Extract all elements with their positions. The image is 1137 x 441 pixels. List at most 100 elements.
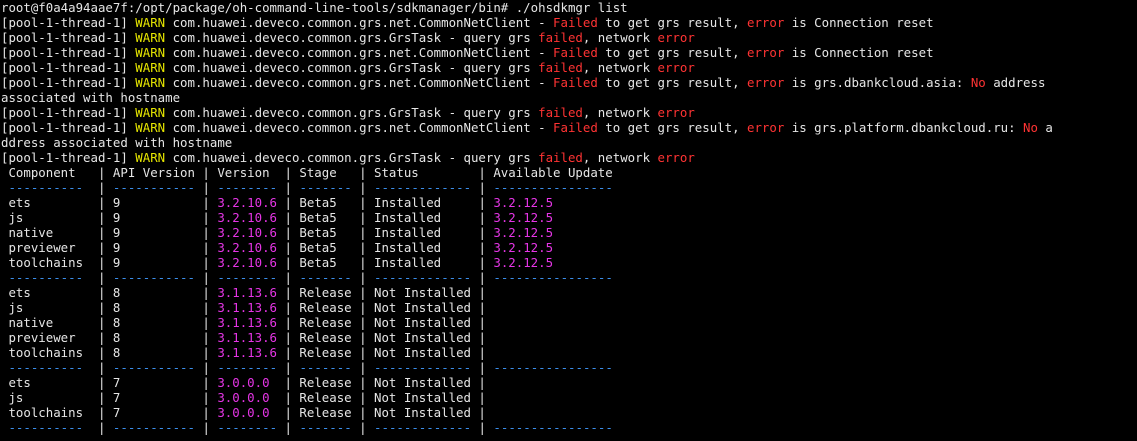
- terminal-text: |: [478, 360, 486, 375]
- terminal-text: |: [202, 360, 210, 375]
- terminal-line: associated with hostname: [1, 90, 1137, 105]
- terminal-text: js | 9 |: [1, 210, 218, 225]
- terminal-text: 3.0.0.0: [217, 390, 270, 405]
- terminal-text: error: [747, 120, 785, 135]
- terminal-text: --------: [209, 360, 285, 375]
- terminal-window[interactable]: root@f0a4a94aae7f:/opt/package/oh-comman…: [0, 0, 1137, 441]
- terminal-text: is Connection reset: [784, 15, 934, 30]
- terminal-text: -----------: [105, 420, 203, 435]
- terminal-text: to get grs result,: [597, 15, 748, 30]
- terminal-text: |: [359, 360, 367, 375]
- terminal-text: address: [985, 75, 1046, 90]
- terminal-text: js | 8 |: [1, 300, 218, 315]
- terminal-line: [pool-1-thread-1] WARN com.huawei.deveco…: [1, 15, 1137, 30]
- terminal-text: WARN: [135, 150, 166, 165]
- terminal-text: --------: [209, 270, 285, 285]
- terminal-text: | Beta5 | Installed |: [277, 210, 494, 225]
- terminal-text: | Beta5 | Installed |: [277, 225, 494, 240]
- terminal-text: 3.0.0.0: [217, 405, 270, 420]
- terminal-text: | Release | Not Installed |: [277, 315, 486, 330]
- terminal-text: -----------: [105, 270, 203, 285]
- terminal-line: [pool-1-thread-1] WARN com.huawei.deveco…: [1, 105, 1137, 120]
- terminal-line: ---------- | ----------- | -------- | --…: [1, 420, 1137, 435]
- terminal-text: 3.1.13.6: [217, 345, 278, 360]
- terminal-line: Component | API Version | Version | Stag…: [1, 165, 1137, 180]
- terminal-text: WARN: [135, 45, 166, 60]
- terminal-text: native | 9 |: [1, 225, 218, 240]
- terminal-text: |: [202, 420, 210, 435]
- terminal-line: [pool-1-thread-1] WARN com.huawei.deveco…: [1, 75, 1137, 90]
- terminal-text: | Beta5 | Installed |: [277, 240, 494, 255]
- terminal-text: toolchains | 8 |: [1, 345, 218, 360]
- terminal-text: [pool-1-thread-1]: [1, 150, 136, 165]
- terminal-text: , network: [582, 60, 658, 75]
- terminal-text: ----------------: [485, 420, 613, 435]
- terminal-text: | Release | Not Installed |: [277, 300, 486, 315]
- terminal-line: root@f0a4a94aae7f:/opt/package/oh-comman…: [1, 0, 1137, 15]
- terminal-text: error: [657, 105, 695, 120]
- terminal-text: 3.2.12.5: [493, 210, 554, 225]
- terminal-text: 3.2.12.5: [493, 240, 554, 255]
- terminal-text: ets | 7 |: [1, 375, 218, 390]
- terminal-text: No: [1023, 120, 1038, 135]
- terminal-line: ddress associated with hostname: [1, 135, 1137, 150]
- terminal-text: [pool-1-thread-1]: [1, 120, 136, 135]
- terminal-text: |: [359, 180, 367, 195]
- terminal-text: js | 7 |: [1, 390, 218, 405]
- terminal-text: error: [747, 75, 785, 90]
- terminal-text: com.huawei.deveco.common.grs.net.CommonN…: [165, 75, 554, 90]
- terminal-line: toolchains | 8 | 3.1.13.6 | Release | No…: [1, 345, 1137, 360]
- terminal-text: 3.2.12.5: [493, 225, 554, 240]
- terminal-line: [pool-1-thread-1] WARN com.huawei.deveco…: [1, 120, 1137, 135]
- terminal-text: WARN: [135, 105, 166, 120]
- terminal-text: -------------: [366, 420, 479, 435]
- terminal-text: |: [359, 270, 367, 285]
- terminal-text: | Release | Not Installed |: [277, 330, 486, 345]
- terminal-text: [pool-1-thread-1]: [1, 30, 136, 45]
- terminal-line: ets | 9 | 3.2.10.6 | Beta5 | Installed |…: [1, 195, 1137, 210]
- terminal-text: 3.2.10.6: [217, 225, 278, 240]
- terminal-text: 3.1.13.6: [217, 300, 278, 315]
- terminal-text: , network: [582, 150, 658, 165]
- terminal-text: -----------: [105, 180, 203, 195]
- terminal-text: root@f0a4a94aae7f:/opt/package/oh-comman…: [1, 0, 628, 15]
- terminal-text: --------: [209, 180, 285, 195]
- terminal-text: Component | API Version | Version | Stag…: [1, 165, 613, 180]
- terminal-text: 3.1.13.6: [217, 285, 278, 300]
- terminal-text: , network: [582, 30, 658, 45]
- terminal-line: toolchains | 9 | 3.2.10.6 | Beta5 | Inst…: [1, 255, 1137, 270]
- terminal-text: com.huawei.deveco.common.grs.net.CommonN…: [165, 45, 554, 60]
- terminal-text: Failed: [553, 75, 598, 90]
- terminal-text: [pool-1-thread-1]: [1, 75, 136, 90]
- terminal-text: failed: [538, 60, 583, 75]
- terminal-text: | Release | Not Installed |: [269, 390, 486, 405]
- terminal-text: a: [1037, 120, 1053, 135]
- terminal-line: ---------- | ----------- | -------- | --…: [1, 360, 1137, 375]
- terminal-text: Failed: [553, 120, 598, 135]
- terminal-text: is grs.platform.dbankcloud.ru:: [784, 120, 1024, 135]
- terminal-text: 3.1.13.6: [217, 315, 278, 330]
- terminal-text: ----------------: [485, 360, 613, 375]
- terminal-text: |: [478, 420, 486, 435]
- terminal-text: | Beta5 | Installed |: [277, 195, 494, 210]
- terminal-line: native | 9 | 3.2.10.6 | Beta5 | Installe…: [1, 225, 1137, 240]
- terminal-text: -------: [291, 360, 360, 375]
- terminal-text: ets | 9 |: [1, 195, 218, 210]
- terminal-text: com.huawei.deveco.common.grs.net.CommonN…: [165, 15, 554, 30]
- terminal-text: |: [359, 420, 367, 435]
- terminal-text: -------: [291, 270, 360, 285]
- terminal-text: com.huawei.deveco.common.grs.GrsTask - q…: [165, 105, 539, 120]
- terminal-text: [pool-1-thread-1]: [1, 45, 136, 60]
- terminal-line: js | 7 | 3.0.0.0 | Release | Not Install…: [1, 390, 1137, 405]
- terminal-text: 3.1.13.6: [217, 330, 278, 345]
- terminal-text: error: [657, 150, 695, 165]
- terminal-text: |: [284, 270, 292, 285]
- terminal-text: ddress associated with hostname: [1, 135, 233, 150]
- terminal-text: is grs.dbankcloud.asia:: [784, 75, 971, 90]
- terminal-text: | Beta5 | Installed |: [277, 255, 494, 270]
- terminal-text: -------------: [366, 360, 479, 375]
- terminal-text: toolchains | 9 |: [1, 255, 218, 270]
- terminal-text: ----------: [1, 270, 98, 285]
- terminal-text: |: [284, 180, 292, 195]
- terminal-text: | Release | Not Installed |: [269, 375, 486, 390]
